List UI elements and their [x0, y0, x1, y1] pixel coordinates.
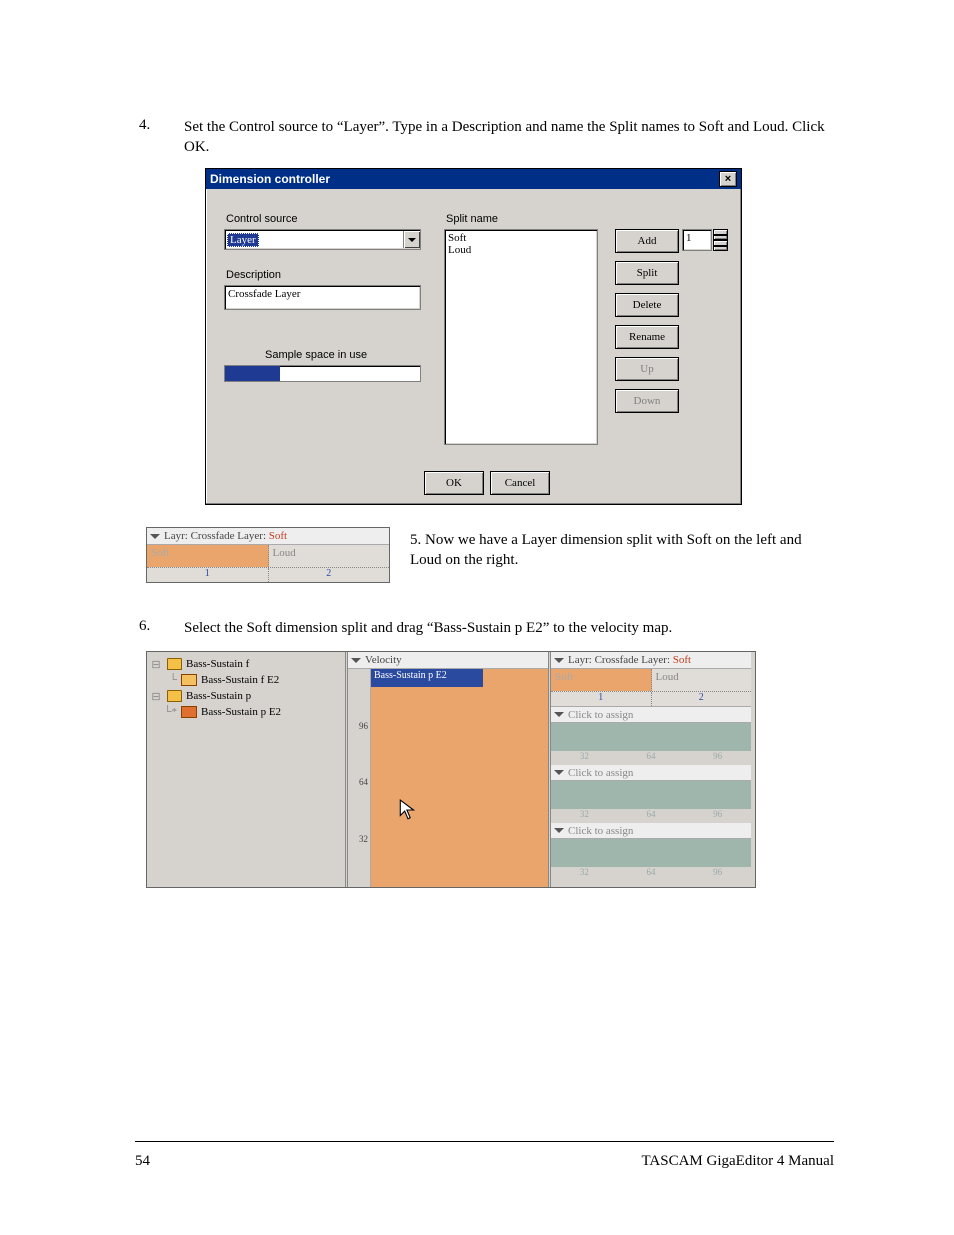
- manual-title: TASCAM GigaEditor 4 Manual: [641, 1153, 834, 1170]
- editor-panel: ⊟ Bass-Sustain f └ Bass-Sustain f E2 ⊟ B…: [146, 651, 756, 888]
- velocity-pane: Velocity 96 64 32 Bass-Sustain p E2: [348, 652, 551, 887]
- description-input[interactable]: Crossfade Layer: [224, 285, 421, 310]
- triangle-down-icon: [150, 534, 160, 539]
- layr-small-header[interactable]: Layr: Crossfade Layer: Soft: [147, 528, 389, 545]
- velocity-axis: 96 64 32: [348, 669, 370, 887]
- add-button[interactable]: Add: [615, 229, 679, 253]
- velocity-map[interactable]: Bass-Sustain p E2: [370, 669, 548, 887]
- spinner-up[interactable]: [713, 229, 728, 240]
- page-number: 54: [135, 1153, 150, 1170]
- triangle-down-icon: [554, 712, 564, 717]
- step4-number: 4.: [139, 117, 150, 134]
- layr-num-2: 2: [269, 568, 390, 582]
- layr-panel-small: Layr: Crossfade Layer: Soft Soft Loud 1 …: [146, 527, 390, 583]
- split-item-loud[interactable]: Loud: [448, 244, 594, 256]
- delete-button[interactable]: Delete: [615, 293, 679, 317]
- page-footer: 54 TASCAM GigaEditor 4 Manual: [135, 1141, 834, 1170]
- up-button[interactable]: Up: [615, 357, 679, 381]
- close-icon: ×: [725, 174, 731, 185]
- add-count-input[interactable]: 1: [682, 229, 712, 251]
- rename-button[interactable]: Rename: [615, 325, 679, 349]
- spinner-down[interactable]: [713, 240, 728, 251]
- ok-button[interactable]: OK: [424, 471, 484, 495]
- control-source-value: Layer: [227, 233, 259, 247]
- control-source-select[interactable]: Layer: [224, 229, 421, 250]
- layr-cell-loud[interactable]: Loud: [652, 669, 752, 691]
- layr-header-text: Layr: Crossfade Layer:: [164, 530, 266, 542]
- triangle-down-icon: [554, 828, 564, 833]
- triangle-down-icon: [554, 770, 564, 775]
- folder-icon: [167, 690, 182, 702]
- split-name-list[interactable]: Soft Loud: [444, 229, 598, 445]
- assign-slot[interactable]: Click to assign 326496: [551, 765, 751, 821]
- close-button[interactable]: ×: [719, 171, 737, 187]
- dialog-title: Dimension controller: [210, 172, 330, 186]
- split-button[interactable]: Split: [615, 261, 679, 285]
- sample-tree[interactable]: ⊟ Bass-Sustain f └ Bass-Sustain f E2 ⊟ B…: [147, 652, 348, 887]
- layr-num-1: 1: [147, 568, 269, 582]
- step6-number: 6.: [139, 618, 150, 635]
- drag-sample[interactable]: Bass-Sustain p E2: [371, 669, 483, 687]
- assign-slot[interactable]: Click to assign 326496: [551, 823, 751, 879]
- wave-icon: [181, 706, 197, 718]
- layr-cell-soft[interactable]: Soft: [147, 545, 269, 567]
- sample-space-progress: [224, 365, 421, 382]
- dimension-column: Layr: Crossfade Layer: Soft Soft Loud 1 …: [551, 652, 751, 887]
- layr-cell-loud[interactable]: Loud: [269, 545, 390, 567]
- cancel-button[interactable]: Cancel: [490, 471, 550, 495]
- add-count-spinner[interactable]: [713, 229, 728, 251]
- layr-header-active: Soft: [269, 530, 287, 542]
- sample-space-label: Sample space in use: [265, 349, 367, 361]
- tree-row[interactable]: └ Bass-Sustain f E2: [149, 672, 343, 688]
- split-item-soft[interactable]: Soft: [448, 232, 594, 244]
- dropdown-icon[interactable]: [403, 231, 420, 248]
- velocity-header[interactable]: Velocity: [348, 652, 548, 669]
- tree-row[interactable]: ⊟ Bass-Sustain p: [149, 688, 343, 704]
- step4-text: Set the Control source to “Layer”. Type …: [184, 117, 829, 158]
- step6-text: Select the Soft dimension split and drag…: [184, 618, 829, 638]
- triangle-down-icon: [554, 658, 564, 663]
- tree-row[interactable]: ⊟ Bass-Sustain f: [149, 656, 343, 672]
- step5-text: 5. Now we have a Layer dimension split w…: [410, 530, 835, 571]
- tree-row[interactable]: └* Bass-Sustain p E2: [149, 704, 343, 720]
- control-source-label: Control source: [226, 213, 298, 225]
- step5-number: 5.: [410, 532, 421, 548]
- triangle-down-icon: [351, 658, 361, 663]
- split-name-label: Split name: [446, 213, 498, 225]
- dimension-controller-dialog: Dimension controller × Control source La…: [205, 168, 742, 505]
- dialog-titlebar[interactable]: Dimension controller ×: [206, 169, 741, 189]
- description-label: Description: [226, 269, 281, 281]
- layr-header[interactable]: Layr: Crossfade Layer: Soft: [551, 652, 751, 669]
- folder-icon: [167, 658, 182, 670]
- layr-cell-soft[interactable]: Soft: [551, 669, 652, 691]
- cursor-icon: [399, 799, 417, 826]
- assign-slot[interactable]: Click to assign 326496: [551, 707, 751, 763]
- wave-icon: [181, 674, 197, 686]
- down-button[interactable]: Down: [615, 389, 679, 413]
